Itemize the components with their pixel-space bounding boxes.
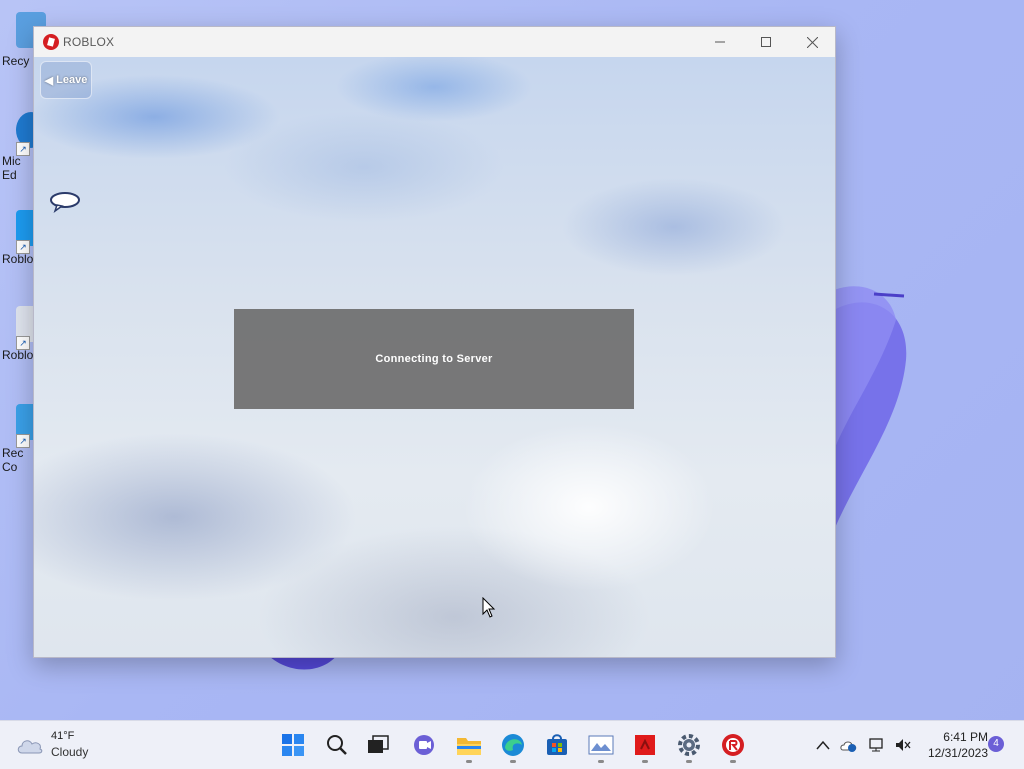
chevron-up-icon[interactable] — [816, 740, 830, 750]
roblox-logo-icon — [43, 34, 59, 50]
edge-button[interactable] — [495, 727, 531, 763]
edge-icon — [502, 734, 524, 756]
red-app-button[interactable] — [627, 727, 663, 763]
clock[interactable]: 6:41 PM 12/31/2023 — [918, 729, 988, 761]
start-button[interactable] — [275, 727, 311, 763]
photos-button[interactable] — [583, 727, 619, 763]
search-icon — [327, 735, 347, 755]
window-title: ROBLOX — [63, 35, 115, 49]
weather-temperature: 41°F — [51, 730, 75, 742]
mouse-cursor-icon — [482, 597, 496, 618]
roblox-taskbar-button[interactable] — [715, 727, 751, 763]
notification-badge[interactable]: 4 — [988, 736, 1004, 752]
cloud-icon — [17, 740, 43, 754]
store-icon — [547, 734, 567, 755]
task-view-button[interactable] — [360, 727, 396, 763]
store-button[interactable] — [539, 727, 575, 763]
weather-condition: Cloudy — [51, 745, 89, 759]
title-bar[interactable]: ROBLOX — [34, 27, 835, 57]
running-indicator — [686, 760, 692, 763]
chat-icon — [414, 735, 434, 755]
weather-widget[interactable]: 41°F Cloudy — [16, 729, 116, 761]
close-icon — [806, 36, 818, 48]
file-explorer-button[interactable] — [451, 727, 487, 763]
settings-icon — [678, 734, 700, 756]
start-icon — [282, 734, 304, 756]
roblox-icon — [722, 734, 744, 756]
settings-button[interactable] — [671, 727, 707, 763]
red-app-icon — [635, 735, 655, 755]
teams-chat-button[interactable] — [406, 727, 442, 763]
search-button[interactable] — [319, 727, 355, 763]
onedrive-icon[interactable] — [840, 737, 858, 753]
task-view-icon — [368, 735, 389, 753]
system-tray — [814, 721, 912, 769]
connecting-message: Connecting to Server — [375, 353, 493, 365]
running-indicator — [510, 760, 516, 763]
maximize-icon — [761, 37, 771, 47]
volume-muted-icon[interactable] — [894, 737, 912, 753]
clock-time: 6:41 PM — [943, 730, 988, 744]
running-indicator — [466, 760, 472, 763]
clock-date: 12/31/2023 — [927, 746, 988, 760]
minimize-button[interactable] — [697, 27, 743, 57]
file-explorer-icon — [457, 738, 481, 755]
running-indicator — [642, 760, 648, 763]
close-button[interactable] — [789, 27, 835, 57]
leave-label: Leave — [56, 74, 88, 86]
running-indicator — [730, 760, 736, 763]
connecting-panel: Connecting to Server — [234, 309, 634, 409]
leave-button[interactable]: ◀ Leave — [40, 61, 92, 99]
photos-icon — [588, 735, 614, 755]
taskbar: 41°F Cloudy 6:41 PM 12/31/2023 — [0, 720, 1024, 769]
game-viewport[interactable]: ◀ Leave Connecting to Server — [34, 57, 835, 657]
roblox-window: ROBLOX ◀ Leave Connecting to Server — [33, 26, 836, 658]
running-indicator — [598, 760, 604, 763]
network-icon[interactable] — [868, 737, 886, 753]
minimize-icon — [715, 41, 725, 43]
chevron-left-icon: ◀ — [44, 74, 54, 87]
chat-icon[interactable] — [49, 191, 81, 213]
maximize-button[interactable] — [743, 27, 789, 57]
